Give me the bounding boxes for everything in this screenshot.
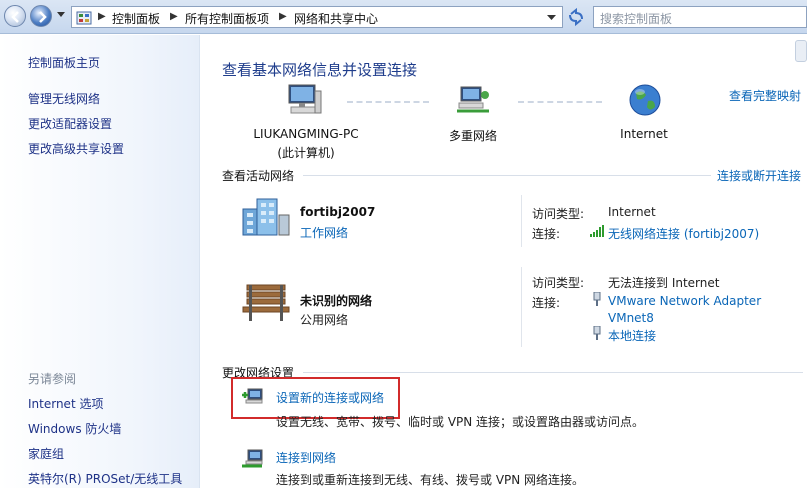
network-2-access-value: 无法连接到 Internet [608,276,720,290]
search-input[interactable]: 搜索控制面板 [593,6,807,28]
recent-pages-dropdown-icon[interactable] [57,12,65,18]
network-1-access-value: Internet [608,205,656,219]
map-computer-name: LIUKANGMING-PC [253,127,359,141]
setup-new-connection-desc: 设置无线、宽带、拨号、临时或 VPN 连接；或设置路由器或访问点。 [276,415,645,429]
network-1-access-label: 访问类型: [532,207,585,221]
back-button[interactable] [4,5,26,27]
connect-disconnect-link[interactable]: 连接或断开连接 [717,167,801,184]
computer-icon [288,84,322,114]
control-panel-icon [76,11,92,25]
address-bar[interactable]: ▶ 控制面板 ▶ 所有控制面板项 ▶ 网络和共享中心 [71,6,563,28]
network-2-conn-label: 连接: [532,296,561,310]
back-arrow-icon [11,11,19,23]
network-1-conn-label: 连接: [532,227,561,241]
wireless-connection-link[interactable]: 无线网络连接 (fortibj2007) [608,225,759,242]
network-2-divider [521,267,522,347]
wireless-signal-icon [590,225,604,237]
address-dropdown-icon[interactable] [547,15,556,21]
connect-to-network-desc: 连接到或重新连接到无线、有线、拨号或 VPN 网络连接。 [276,473,585,487]
network-1-name: fortibj2007 [300,205,376,219]
breadcrumb-separator-icon: ▶ [98,11,106,22]
local-connection-link[interactable]: 本地连接 [608,327,656,344]
forward-button[interactable] [30,5,52,27]
map-internet-label: Internet [620,127,668,141]
intel-proset-link[interactable]: 英特尔(R) PROSet/无线工具 [28,470,182,487]
work-network-icon [242,198,290,236]
map-multiple-networks: 多重网络 [448,129,497,143]
breadcrumb-all-items[interactable]: 所有控制面板项 [185,10,269,27]
connect-to-network-link[interactable]: 连接到网络 [276,449,336,466]
setup-new-connection-link[interactable]: 设置新的连接或网络 [276,389,384,406]
section-divider [303,372,803,373]
ethernet-adapter-icon [593,292,601,306]
left-task-pane: 控制面板主页 管理无线网络 更改适配器设置 更改高级共享设置 另请参阅 Inte… [0,35,200,488]
main-content: 查看基本网络信息并设置连接 查看完整映射 LIUKANGMING-PC (此计算… [201,35,807,488]
advanced-sharing-link[interactable]: 更改高级共享设置 [28,140,124,157]
homegroup-link[interactable]: 家庭组 [28,445,64,462]
windows-firewall-link[interactable]: Windows 防火墙 [28,420,121,437]
breadcrumb-control-panel[interactable]: 控制面板 [112,10,160,27]
refresh-icon[interactable] [565,6,587,28]
map-connector-line [518,101,602,103]
internet-globe-icon [629,84,661,116]
multiple-networks-icon [457,86,489,113]
map-connector-line [347,101,429,103]
new-connection-icon [242,388,263,404]
manage-wireless-link[interactable]: 管理无线网络 [28,90,100,107]
connect-network-icon [242,449,263,468]
change-adapter-link[interactable]: 更改适配器设置 [28,115,112,132]
view-full-map-link[interactable]: 查看完整映射 [729,87,801,104]
see-also-heading: 另请参阅 [28,372,77,386]
vmware-adapter-link-line2[interactable]: VMnet8 [608,311,654,325]
breadcrumb-separator-icon: ▶ [279,11,287,22]
network-2-access-label: 访问类型: [532,276,585,290]
address-toolbar: ▶ 控制面板 ▶ 所有控制面板项 ▶ 网络和共享中心 搜索控制面板 [0,0,807,34]
network-2-name: 未识别的网络 [300,294,373,308]
control-panel-home-link[interactable]: 控制面板主页 [28,54,100,71]
internet-options-link[interactable]: Internet 选项 [28,395,103,412]
public-network-bench-icon [242,284,290,321]
scrollbar-thumb[interactable] [795,40,807,62]
ethernet-adapter-icon [593,326,601,340]
network-2-type: 公用网络 [300,313,349,327]
breadcrumb-separator-icon: ▶ [170,11,178,22]
active-networks-heading: 查看活动网络 [222,169,295,183]
forward-arrow-icon [39,11,47,23]
network-1-divider [521,195,522,247]
breadcrumb-network-center[interactable]: 网络和共享中心 [294,10,378,27]
vmware-adapter-link[interactable]: VMware Network Adapter [608,294,761,308]
section-divider [303,175,711,176]
network-1-type-link[interactable]: 工作网络 [300,224,348,241]
page-title: 查看基本网络信息并设置连接 [222,61,418,79]
map-computer-sub: (此计算机) [277,146,335,160]
